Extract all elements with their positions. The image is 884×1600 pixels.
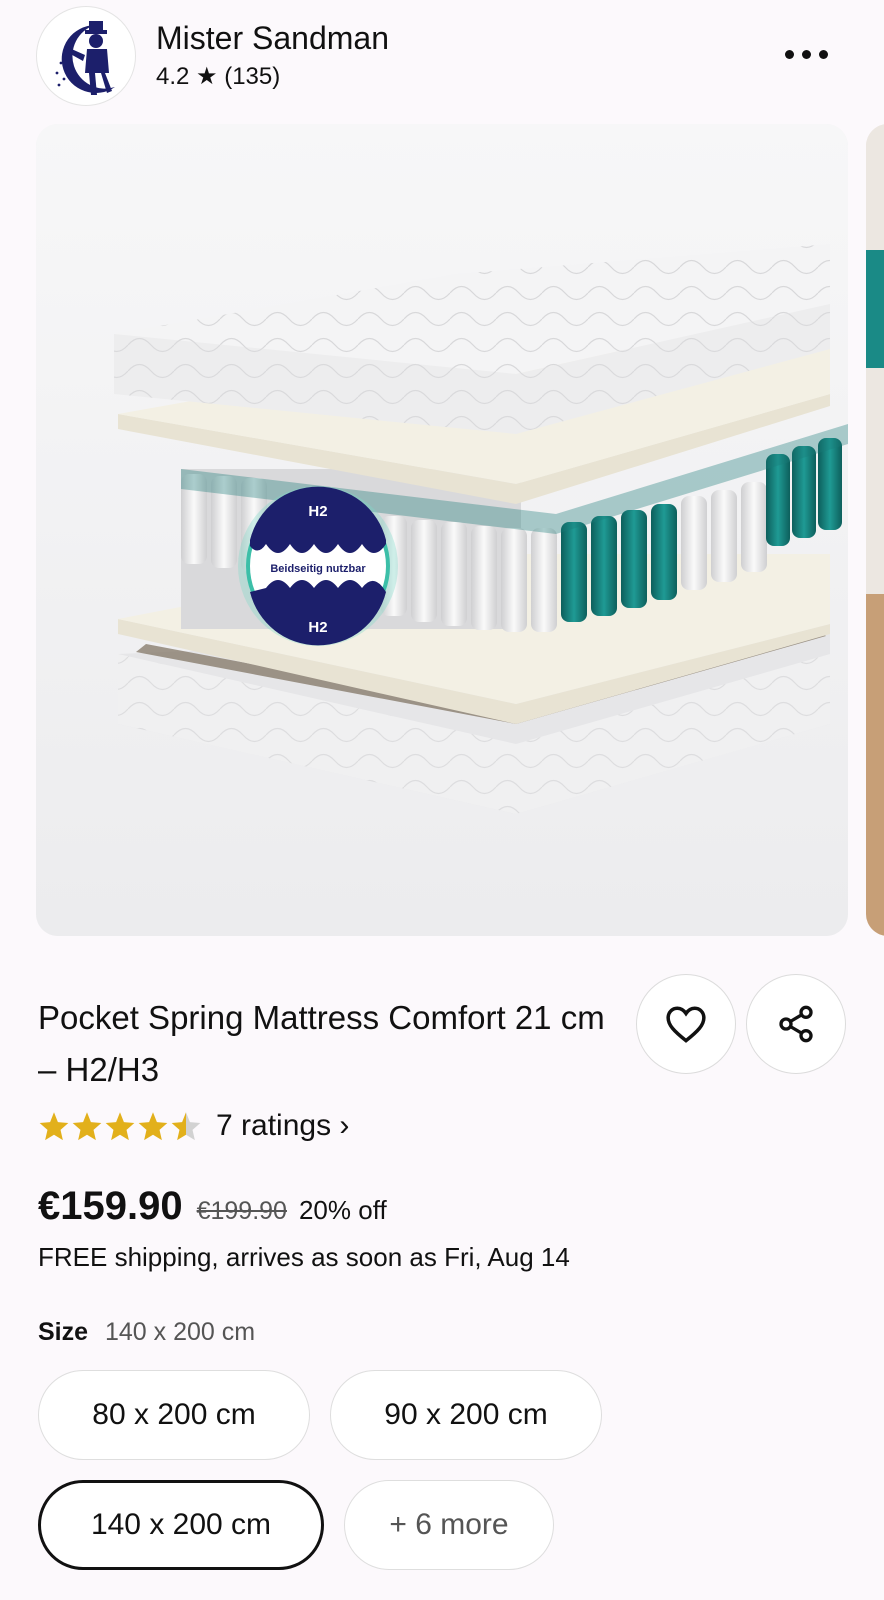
half-star-icon — [171, 1112, 201, 1141]
badge-middle-text: Beidseitig nutzbar — [270, 563, 366, 575]
price-row: €159.90 €199.90 20% off — [38, 1184, 387, 1229]
heart-icon — [666, 1006, 706, 1043]
firmness-badge: H2 Beidseitig nutzbar H2 — [238, 486, 398, 646]
favorite-button[interactable] — [636, 974, 736, 1074]
badge-top-text: H2 — [308, 503, 327, 520]
share-icon — [779, 1005, 813, 1043]
product-title: Pocket Spring Mattress Comfort 21 cm – H… — [38, 999, 605, 1088]
shop-logo-icon — [55, 21, 115, 95]
star-icon — [39, 1112, 69, 1141]
mattress-illustration: H2 Beidseitig nutzbar H2 — [36, 124, 848, 936]
share-button[interactable] — [746, 974, 846, 1074]
shop-header: Mister Sandman 4.2 ★ (135) — [0, 0, 884, 118]
current-price: €159.90 — [38, 1184, 183, 1228]
size-option-90x200[interactable]: 90 x 200 cm — [330, 1370, 602, 1460]
ratings-row[interactable]: 7 ratings › — [38, 1106, 349, 1146]
more-horizontal-icon — [784, 49, 794, 59]
star-icon — [72, 1112, 102, 1141]
discount-label: 20% off — [298, 1195, 387, 1225]
size-option-140x200[interactable]: 140 x 200 cm — [38, 1480, 324, 1570]
shop-rating: 4.2 ★ (135) — [156, 63, 281, 90]
size-label: Size — [38, 1318, 89, 1346]
star-rating — [38, 1111, 202, 1141]
product-image[interactable]: H2 Beidseitig nutzbar H2 — [36, 124, 848, 936]
star-icon — [105, 1112, 135, 1141]
shop-avatar[interactable] — [36, 6, 136, 106]
next-image-preview[interactable] — [866, 124, 884, 936]
more-sizes-button[interactable]: + 6 more — [344, 1480, 554, 1570]
size-label-row: Size 140 x 200 cm — [38, 1318, 255, 1347]
ratings-link[interactable]: 7 ratings › — [216, 1109, 349, 1143]
selected-size: 140 x 200 cm — [104, 1318, 256, 1346]
badge-bottom-text: H2 — [308, 619, 327, 636]
star-icon — [138, 1112, 168, 1141]
size-option-80x200[interactable]: 80 x 200 cm — [38, 1370, 310, 1460]
original-price: €199.90 — [196, 1197, 287, 1225]
shipping-info: FREE shipping, arrives as soon as Fri, A… — [38, 1242, 570, 1272]
shop-name[interactable]: Mister Sandman — [156, 20, 389, 57]
more-options-button[interactable] — [776, 36, 836, 72]
